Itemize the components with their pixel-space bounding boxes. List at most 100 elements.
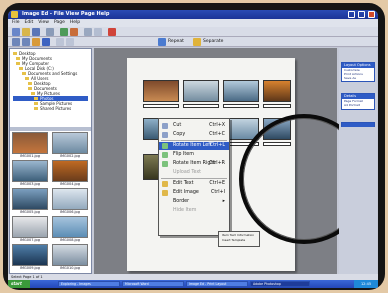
separate-button[interactable]: Separate <box>203 39 223 44</box>
menu-item-upload-text[interactable]: Upload Text <box>159 169 229 177</box>
new-icon[interactable] <box>12 28 20 36</box>
thumbnail[interactable]: IMG004.jpg <box>52 160 88 188</box>
save-icon[interactable] <box>32 28 40 36</box>
menu-file[interactable]: File <box>12 19 20 27</box>
status-text: Select Page 1 of 1 <box>11 275 43 279</box>
scan-icon[interactable] <box>60 28 68 36</box>
thumbnail[interactable]: IMG005.jpg <box>12 188 48 216</box>
rotate-right-icon <box>162 161 168 167</box>
menu-bar: File Edit View Page Help <box>8 19 378 27</box>
copy-icon[interactable] <box>84 28 92 36</box>
folder-icon[interactable] <box>32 38 40 46</box>
back-icon[interactable] <box>12 38 20 46</box>
right-panel: Layout Options Customize Print Actions S… <box>339 48 377 274</box>
folder-icon <box>28 87 32 90</box>
photo-caption <box>223 104 259 108</box>
folder-icon <box>25 77 29 80</box>
folder-icon <box>13 52 17 55</box>
left-panel: Desktop My Documents My Computer Local D… <box>9 48 92 274</box>
photo-bezel: Image Ed - File View Page Help File Edit… <box>3 3 385 290</box>
open-icon[interactable] <box>22 28 30 36</box>
grid-icon[interactable] <box>66 38 74 46</box>
cut-icon <box>162 123 168 129</box>
system-clock[interactable]: 12:45 <box>354 280 378 288</box>
minimize-icon[interactable] <box>348 11 355 18</box>
thumbnail[interactable]: IMG009.jpg <box>12 244 48 272</box>
menu-edit[interactable]: Edit <box>25 19 34 27</box>
thumbnail[interactable]: IMG008.jpg <box>52 216 88 244</box>
menu-item-edit-text[interactable]: Edit Text Ctrl+E <box>159 180 229 188</box>
menu-page[interactable]: Page <box>54 19 65 27</box>
detail-line: A4 Portrait <box>344 103 360 107</box>
thumbnail[interactable]: IMG006.jpg <box>52 188 88 216</box>
thumbnail[interactable]: IMG007.jpg <box>12 216 48 244</box>
menu-item-cut[interactable]: Cut Ctrl+X <box>159 122 229 130</box>
tree-item[interactable]: Shared Pictures <box>13 106 88 111</box>
menu-separator <box>161 140 227 141</box>
menu-item-rotate-right[interactable]: Rotate Item Right Ctrl+R <box>159 160 229 168</box>
title-bar[interactable]: Image Ed - File View Page Help <box>8 10 378 19</box>
menu-item-edit-image[interactable]: Edit Image Ctrl+I <box>159 189 229 197</box>
menu-help[interactable]: Help <box>70 19 80 27</box>
paste-icon[interactable] <box>94 28 102 36</box>
folder-icon <box>34 102 38 105</box>
secondary-toolbar: Repeat Separate <box>8 37 378 47</box>
photo-caption <box>263 104 291 108</box>
flip-icon <box>162 152 168 158</box>
folder-icon <box>22 72 26 75</box>
thumbnail-grid: IMG001.jpg IMG002.jpg IMG003.jpg IMG004.… <box>12 132 89 272</box>
page-photo[interactable] <box>183 80 219 102</box>
page-photo[interactable] <box>143 80 179 102</box>
folder-icon <box>16 57 20 60</box>
collapsed-box[interactable] <box>341 122 375 127</box>
forward-icon[interactable] <box>22 38 30 46</box>
panel-link[interactable]: Save As <box>342 76 374 80</box>
folder-icon <box>28 82 32 85</box>
thumbnail[interactable]: IMG001.jpg <box>12 132 48 160</box>
taskbar: start Exploring - Images Microsoft Word … <box>8 280 378 288</box>
layout-canvas: Cut Ctrl+X Copy Ctrl+C Rotate Item Left Ctr… <box>94 48 369 274</box>
separate-icon[interactable] <box>193 38 201 46</box>
folder-icon <box>31 92 35 95</box>
taskbar-item[interactable]: Microsoft Word <box>122 281 184 287</box>
menu-separator <box>161 178 227 179</box>
print-icon[interactable] <box>46 28 54 36</box>
app-icon <box>11 11 18 18</box>
menu-item-copy[interactable]: Copy Ctrl+C <box>159 131 229 139</box>
repeat-button[interactable]: Repeat <box>168 39 184 44</box>
main-toolbar <box>8 27 378 37</box>
details-box: Details Page Format A4 Portrait <box>341 93 375 110</box>
page-photo[interactable] <box>223 80 259 102</box>
folder-icon <box>16 62 20 65</box>
photo-caption <box>143 104 179 108</box>
submenu-arrow-icon: ▸ <box>222 199 225 204</box>
layout-options-box: Layout Options Customize Print Actions S… <box>341 62 375 82</box>
taskbar-item-active[interactable]: Adobe Photoshop <box>250 281 310 287</box>
taskbar-item[interactable]: Image Ed - Print Layout <box>186 281 248 287</box>
photo-icon[interactable] <box>70 28 78 36</box>
zoom-icon[interactable] <box>56 38 64 46</box>
taskbar-item[interactable]: Exploring - Images <box>58 281 120 287</box>
menu-item-border[interactable]: Border ▸ <box>159 198 229 206</box>
thumbnail[interactable]: IMG003.jpg <box>12 160 48 188</box>
delete-icon[interactable] <box>108 28 116 36</box>
application-window: Image Ed - File View Page Help File Edit… <box>8 10 378 288</box>
maximize-icon[interactable] <box>358 11 365 18</box>
panel-splitter[interactable] <box>10 127 91 131</box>
context-menu: Cut Ctrl+X Copy Ctrl+C Rotate Item Left Ctr… <box>158 118 230 236</box>
repeat-icon[interactable] <box>158 38 166 46</box>
thumbnail[interactable]: IMG002.jpg <box>52 132 88 160</box>
edit-image-icon <box>162 190 168 196</box>
view-icon[interactable] <box>42 38 50 46</box>
menu-view[interactable]: View <box>38 19 49 27</box>
thumbnail[interactable]: IMG010.jpg <box>52 244 88 272</box>
close-icon[interactable] <box>368 11 375 18</box>
menu-item-hide[interactable]: Hide Item <box>159 207 229 215</box>
submenu-item[interactable]: Insert Template <box>222 238 256 243</box>
drive-icon <box>19 67 23 70</box>
folder-tree: Desktop My Documents My Computer Local D… <box>10 49 91 127</box>
start-button[interactable]: start <box>8 280 30 288</box>
menu-item-rotate-left[interactable]: Rotate Item Left Ctrl+L <box>159 142 229 150</box>
menu-item-flip[interactable]: Flip Item <box>159 151 229 159</box>
page-photo[interactable] <box>263 80 291 102</box>
